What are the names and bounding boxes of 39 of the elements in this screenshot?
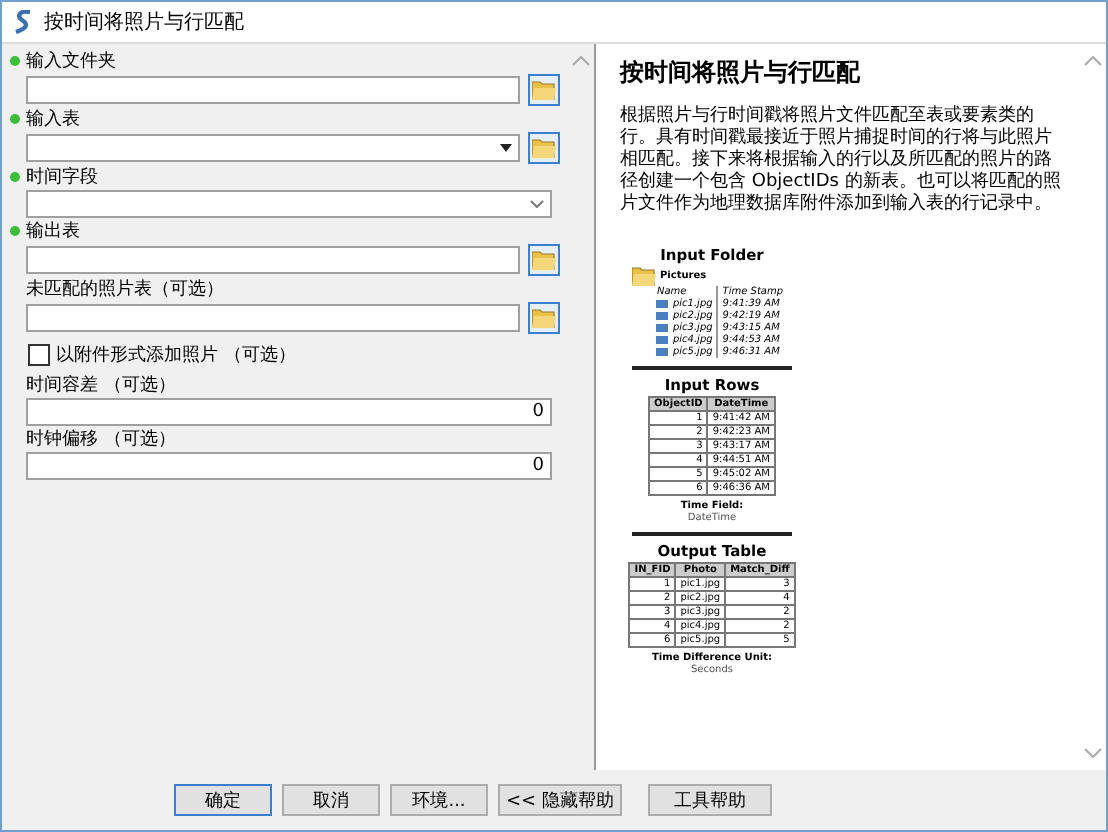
scroll-up-icon[interactable]	[572, 56, 590, 66]
field-label: 输入文件夹	[26, 49, 116, 74]
input-field[interactable]	[26, 246, 520, 274]
browse-button[interactable]	[528, 244, 560, 276]
input-field[interactable]	[26, 76, 520, 104]
checkbox[interactable]	[28, 343, 50, 365]
folder-icon	[632, 266, 656, 286]
dropdown-icon	[500, 143, 512, 153]
browse-button[interactable]	[528, 74, 560, 106]
scroll-up-icon[interactable]	[1084, 56, 1102, 66]
checkbox-label: 以附件形式添加照片 （可选）	[56, 343, 296, 367]
app-icon	[14, 10, 34, 34]
dialog-button[interactable]: 取消	[282, 784, 380, 816]
window-title: 按时间将照片与行匹配	[44, 9, 244, 36]
browse-button[interactable]	[528, 302, 560, 334]
browse-button[interactable]	[528, 132, 560, 164]
folder-icon	[532, 308, 556, 328]
input-field[interactable]	[26, 304, 520, 332]
dialog-button[interactable]: 环境...	[390, 784, 488, 816]
field-label: 时间字段	[26, 165, 98, 190]
number-field[interactable]: 0	[26, 398, 552, 426]
field-label: 时间容差 （可选）	[26, 373, 176, 398]
field-label: 未匹配的照片表（可选）	[26, 277, 224, 302]
folder-icon	[532, 80, 556, 100]
folder-icon	[532, 250, 556, 270]
number-field[interactable]: 0	[26, 452, 552, 480]
scroll-down-icon[interactable]	[1084, 748, 1102, 758]
dialog-button[interactable]: 确定	[174, 784, 272, 816]
dialog-button[interactable]: 工具帮助	[648, 784, 772, 816]
chevron-down-icon	[530, 200, 544, 208]
dropdown-field[interactable]	[26, 190, 552, 218]
dialog-button[interactable]: << 隐藏帮助	[498, 784, 622, 816]
help-title: 按时间将照片与行匹配	[620, 56, 862, 90]
help-text: 根据照片与行时间戳将照片文件匹配至表或要素类的行。具有时间戳最接近于照片捕捉时间的行将与此照片相匹配。接下来将根据输入的行以及所匹配的照片的路径创建一个包含 ObjectIDs 的新表。也可以将匹配的照片文件作为地理数据库附件添加到输入表的行记录中。	[620, 106, 1063, 216]
combo-field[interactable]	[26, 134, 520, 162]
field-label: 时钟偏移 （可选）	[26, 427, 176, 452]
field-label: 输出表	[26, 219, 80, 244]
field-label: 输入表	[26, 107, 80, 132]
folder-icon	[532, 138, 556, 158]
